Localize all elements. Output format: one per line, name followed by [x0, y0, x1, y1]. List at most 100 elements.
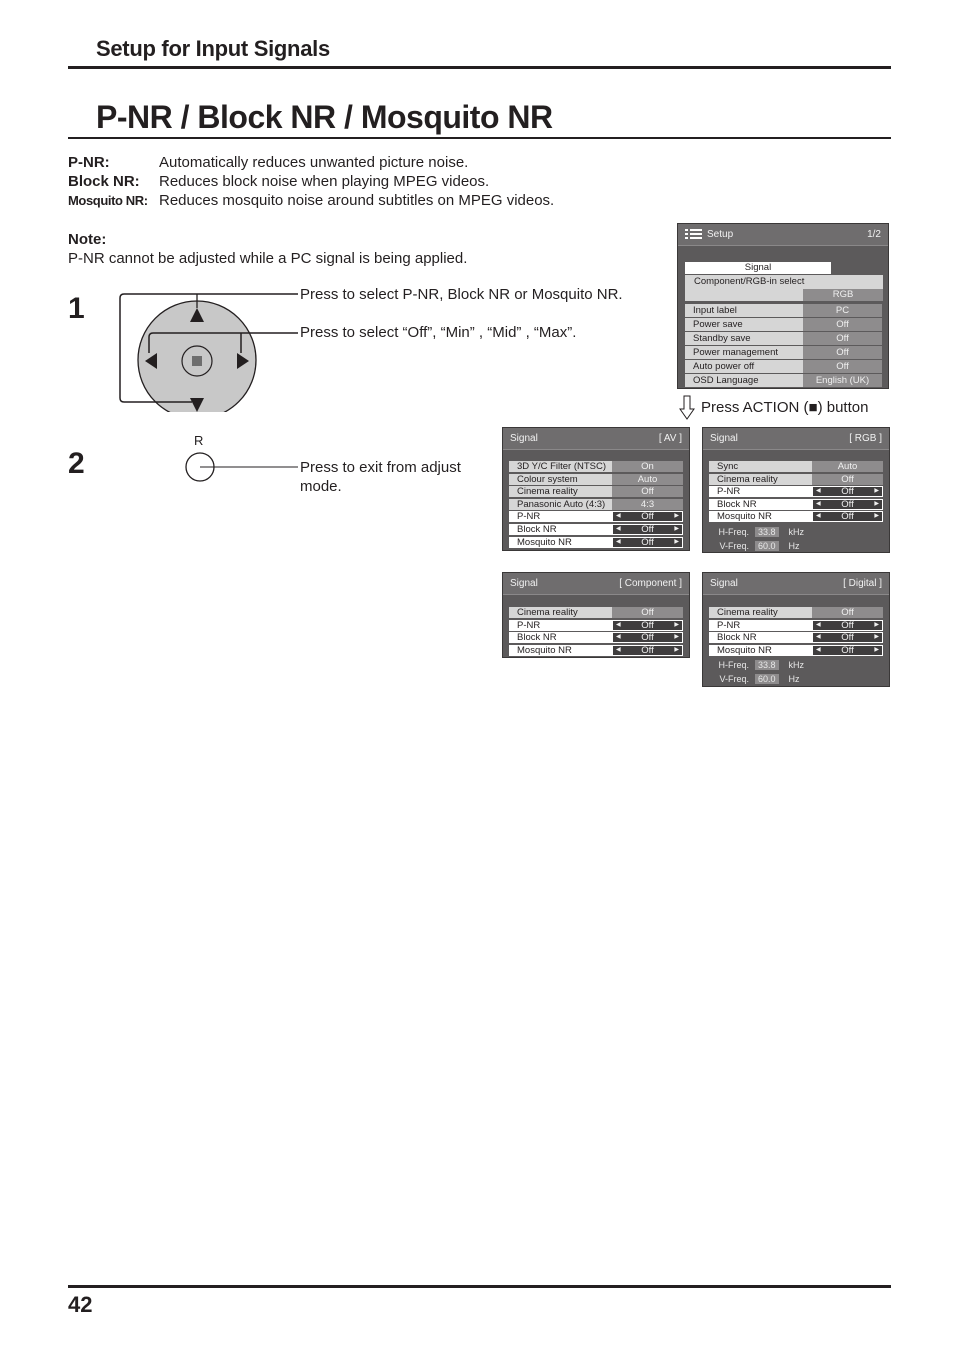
- signal-row-cinema-reality[interactable]: Cinema reality Off: [709, 473, 883, 485]
- signal-row-p-nr[interactable]: P-NR ◀ Off ▶: [509, 511, 683, 523]
- setup-row-osd-language[interactable]: OSD Language English (UK): [685, 374, 882, 387]
- setup-row-power-management[interactable]: Power management Off: [685, 346, 882, 359]
- row-value[interactable]: ◀ Off ▶: [812, 486, 883, 498]
- signal-row-block-nr[interactable]: Block NR ◀ Off ▶: [709, 632, 883, 644]
- arrow-right-icon[interactable]: ▶: [874, 646, 879, 655]
- setup-row-power-save[interactable]: Power save Off: [685, 318, 882, 331]
- row-value[interactable]: Off: [612, 486, 683, 498]
- row-value[interactable]: ◀ Off ▶: [812, 511, 883, 523]
- signal-row-colour-system[interactable]: Colour system Auto: [509, 473, 683, 485]
- row-label: Cinema reality: [709, 473, 812, 485]
- row-value[interactable]: ◀ Off ▶: [612, 644, 683, 656]
- arrow-left-icon[interactable]: ◀: [816, 646, 821, 655]
- row-value: Off: [803, 332, 882, 345]
- arrow-left-icon[interactable]: ◀: [816, 500, 821, 509]
- arrow-left-icon[interactable]: ◀: [616, 621, 621, 630]
- signal-menu-av: Signal [ AV ] 3D Y/C Filter (NTSC) On Colo…: [502, 427, 690, 551]
- signal-menu-component: Signal [ Component ] Cinema reality Off P-…: [502, 572, 690, 658]
- row-value-text: Off: [641, 511, 654, 523]
- row-value[interactable]: ◀ Off ▶: [612, 511, 683, 523]
- osd-header: Signal [ RGB ]: [703, 428, 889, 450]
- instruction-line: Press to exit from adjust: [300, 459, 461, 476]
- arrow-left-icon[interactable]: ◀: [816, 487, 821, 496]
- row-label: Mosquito NR: [509, 536, 612, 548]
- row-value[interactable]: ◀ Off ▶: [612, 632, 683, 644]
- row-value-text: Off: [641, 536, 654, 548]
- signal-row-panasonic-auto-4-3[interactable]: Panasonic Auto (4:3) 4:3: [509, 498, 683, 510]
- arrow-right-icon[interactable]: ▶: [874, 487, 879, 496]
- row-value[interactable]: ◀ Off ▶: [612, 524, 683, 535]
- row-label: Block NR: [709, 632, 812, 644]
- row-value[interactable]: ◀ Off ▶: [812, 632, 883, 644]
- arrow-left-icon[interactable]: ◀: [616, 525, 621, 534]
- signal-row-mosquito-nr[interactable]: Mosquito NR ◀ Off ▶: [709, 644, 883, 656]
- row-value[interactable]: ◀ Off ▶: [812, 498, 883, 510]
- v-freq-readout: V-Freq. 60.0 Hz: [703, 674, 800, 684]
- arrow-left-icon[interactable]: ◀: [616, 538, 621, 547]
- signal-row-p-nr[interactable]: P-NR ◀ Off ▶: [709, 619, 883, 631]
- osd-header: Signal [ Digital ]: [703, 573, 889, 595]
- row-value[interactable]: ◀ Off ▶: [812, 619, 883, 631]
- arrow-right-icon[interactable]: ▶: [674, 525, 679, 534]
- signal-row-mosquito-nr[interactable]: Mosquito NR ◀ Off ▶: [709, 511, 883, 523]
- v-freq-label: V-Freq.: [719, 541, 749, 551]
- step-number: 2: [68, 447, 85, 480]
- v-freq-value: 60.0: [755, 674, 779, 684]
- arrow-right-icon[interactable]: ▶: [874, 621, 879, 630]
- instruction-exit: Press to exit from adjust mode.: [300, 458, 461, 496]
- row-label: Panasonic Auto (4:3): [509, 498, 612, 510]
- row-value[interactable]: ◀ Off ▶: [812, 644, 883, 656]
- signal-row-cinema-reality[interactable]: Cinema reality Off: [509, 486, 683, 498]
- arrow-right-icon[interactable]: ▶: [674, 621, 679, 630]
- row-value[interactable]: On: [612, 461, 683, 472]
- row-value[interactable]: Auto: [812, 461, 883, 472]
- component-rgb-select-label[interactable]: Component/RGB-in select: [685, 275, 883, 288]
- signal-row-sync[interactable]: Sync Auto: [709, 461, 883, 472]
- signal-row-p-nr[interactable]: P-NR ◀ Off ▶: [509, 619, 683, 631]
- arrow-right-icon[interactable]: ▶: [874, 633, 879, 642]
- definition-text: Reduces block noise when playing MPEG vi…: [159, 173, 490, 190]
- row-value[interactable]: Off: [812, 473, 883, 485]
- h-freq-value: 33.8: [755, 527, 779, 537]
- signal-row-cinema-reality[interactable]: Cinema reality Off: [509, 607, 683, 618]
- row-value-text: Off: [841, 632, 854, 644]
- arrow-left-icon[interactable]: ◀: [616, 646, 621, 655]
- row-value: Off: [803, 346, 882, 359]
- arrow-left-icon[interactable]: ◀: [816, 633, 821, 642]
- row-value[interactable]: 4:3: [612, 498, 683, 510]
- arrow-left-icon[interactable]: ◀: [616, 512, 621, 521]
- row-value[interactable]: Off: [812, 607, 883, 618]
- signal-row-block-nr[interactable]: Block NR ◀ Off ▶: [509, 524, 683, 535]
- row-label: Standby save: [685, 332, 803, 345]
- v-freq-unit: Hz: [788, 541, 800, 551]
- component-rgb-row: RGB: [685, 288, 883, 301]
- signal-row-block-nr[interactable]: Block NR ◀ Off ▶: [709, 498, 883, 510]
- signal-row-block-nr[interactable]: Block NR ◀ Off ▶: [509, 632, 683, 644]
- arrow-right-icon[interactable]: ▶: [874, 500, 879, 509]
- arrow-left-icon[interactable]: ◀: [816, 621, 821, 630]
- arrow-left-icon[interactable]: ◀: [816, 512, 821, 521]
- signal-row-mosquito-nr[interactable]: Mosquito NR ◀ Off ▶: [509, 644, 683, 656]
- setup-row-auto-power-off[interactable]: Auto power off Off: [685, 360, 882, 373]
- osd-title: Setup: [707, 229, 734, 240]
- arrow-left-icon[interactable]: ◀: [616, 633, 621, 642]
- signal-row-3d-y-c-filter-ntsc[interactable]: 3D Y/C Filter (NTSC) On: [509, 461, 683, 472]
- arrow-right-icon[interactable]: ▶: [674, 512, 679, 521]
- title-divider: [68, 137, 891, 139]
- setup-row-input-label[interactable]: Input label PC: [685, 304, 882, 317]
- arrow-right-icon[interactable]: ▶: [874, 512, 879, 521]
- row-value[interactable]: ◀ Off ▶: [612, 536, 683, 548]
- component-rgb-value[interactable]: RGB: [803, 289, 883, 301]
- signal-row-mosquito-nr[interactable]: Mosquito NR ◀ Off ▶: [509, 536, 683, 548]
- row-value[interactable]: ◀ Off ▶: [612, 619, 683, 631]
- row-value[interactable]: Off: [612, 607, 683, 618]
- arrow-right-icon[interactable]: ▶: [674, 538, 679, 547]
- setup-row-standby-save[interactable]: Standby save Off: [685, 332, 882, 345]
- row-value-text: Off: [641, 486, 654, 498]
- row-value[interactable]: Auto: [612, 473, 683, 485]
- arrow-right-icon[interactable]: ▶: [674, 633, 679, 642]
- signal-menu-item[interactable]: Signal: [685, 262, 831, 274]
- signal-row-p-nr[interactable]: P-NR ◀ Off ▶: [709, 486, 883, 498]
- signal-row-cinema-reality[interactable]: Cinema reality Off: [709, 607, 883, 618]
- arrow-right-icon[interactable]: ▶: [674, 646, 679, 655]
